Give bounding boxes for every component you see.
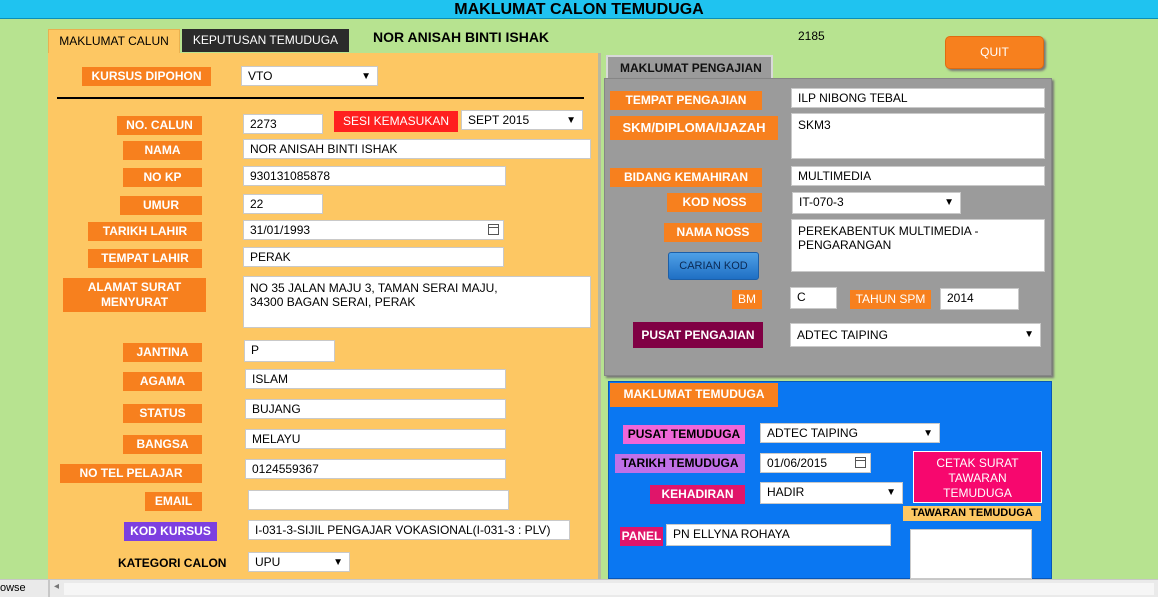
panel-label: PANEL bbox=[620, 527, 663, 546]
kehadiran-value: HADIR bbox=[767, 485, 805, 499]
horizontal-scrollbar[interactable] bbox=[64, 583, 1154, 595]
kategori-calon-select[interactable]: UPU ▼ bbox=[248, 552, 350, 572]
window-title: MAKLUMAT CALON TEMUDUGA bbox=[0, 0, 1158, 19]
tab-maklumat-pengajian[interactable]: MAKLUMAT PENGAJIAN bbox=[606, 55, 773, 78]
agama-label: AGAMA bbox=[123, 372, 202, 391]
tahun-spm-label: TAHUN SPM bbox=[850, 290, 931, 309]
tempat-pengajian-field[interactable]: ILP NIBONG TEBAL bbox=[791, 88, 1045, 108]
chevron-down-icon: ▼ bbox=[923, 428, 933, 439]
kod-noss-value: IT-070-3 bbox=[799, 195, 844, 209]
tarikh-lahir-label: TARIKH LAHIR bbox=[88, 222, 202, 241]
calendar-icon[interactable] bbox=[488, 224, 499, 235]
skm-diploma-ijazah-field[interactable]: SKM3 bbox=[791, 113, 1045, 159]
kod-noss-label: KOD NOSS bbox=[667, 193, 762, 212]
bangsa-label: BANGSA bbox=[123, 435, 202, 454]
record-id: 2185 bbox=[798, 29, 825, 43]
kursus-dipohon-value: VTO bbox=[248, 69, 273, 83]
tawaran-temuduga-label: TAWARAN TEMUDUGA bbox=[903, 506, 1041, 521]
tarikh-temuduga-label: TARIKH TEMUDUGA bbox=[615, 454, 745, 473]
kod-kursus-field[interactable]: I-031-3-SIJIL PENGAJAR VOKASIONAL(I-031-… bbox=[248, 520, 570, 540]
bidang-kemahiran-label: BIDANG KEMAHIRAN bbox=[610, 168, 762, 187]
bm-label: BM bbox=[732, 290, 762, 309]
jantina-label: JANTINA bbox=[123, 343, 202, 362]
tab-keputusan-temuduga[interactable]: KEPUTUSAN TEMUDUGA bbox=[182, 29, 349, 52]
scroll-left-icon[interactable]: ◂ bbox=[54, 581, 59, 592]
nama-noss-field[interactable]: PEREKABENTUK MULTIMEDIA - PENGARANGAN bbox=[791, 219, 1045, 272]
kod-noss-select[interactable]: IT-070-3 ▼ bbox=[792, 192, 961, 214]
kursus-dipohon-select[interactable]: VTO ▼ bbox=[241, 66, 378, 86]
tarikh-temuduga-value: 01/06/2015 bbox=[767, 456, 828, 470]
quit-button[interactable]: QUIT bbox=[945, 36, 1044, 69]
chevron-down-icon: ▼ bbox=[944, 197, 954, 208]
candidate-name-heading: NOR ANISAH BINTI ISHAK bbox=[373, 29, 550, 45]
nama-label: NAMA bbox=[123, 141, 202, 160]
bidang-kemahiran-field[interactable]: MULTIMEDIA bbox=[791, 166, 1045, 186]
pusat-temuduga-label: PUSAT TEMUDUGA bbox=[623, 425, 745, 444]
no-kp-field[interactable]: 930131085878 bbox=[243, 166, 506, 186]
tarikh-temuduga-field[interactable]: 01/06/2015 bbox=[760, 453, 871, 473]
tawaran-temuduga-field[interactable] bbox=[910, 529, 1032, 579]
alamat-field[interactable]: NO 35 JALAN MAJU 3, TAMAN SERAI MAJU, 34… bbox=[243, 276, 591, 328]
tab-maklumat-calun[interactable]: MAKLUMAT CALUN bbox=[48, 29, 180, 53]
kod-kursus-label: KOD KURSUS bbox=[124, 522, 217, 541]
skm-diploma-ijazah-label: SKM/DIPLOMA/IJAZAH bbox=[610, 116, 778, 140]
panel-field[interactable]: PN ELLYNA ROHAYA bbox=[666, 524, 891, 546]
bangsa-field[interactable]: MELAYU bbox=[245, 429, 506, 449]
nama-field[interactable]: NOR ANISAH BINTI ISHAK bbox=[243, 139, 591, 159]
pusat-temuduga-select[interactable]: ADTEC TAIPING ▼ bbox=[760, 423, 940, 443]
cetak-surat-button[interactable]: CETAK SURAT TAWARAN TEMUDUGA bbox=[913, 451, 1042, 503]
tempat-pengajian-label: TEMPAT PENGAJIAN bbox=[610, 91, 762, 110]
sesi-kemasukan-select[interactable]: SEPT 2015 ▼ bbox=[461, 110, 583, 130]
carian-kod-button[interactable]: CARIAN KOD bbox=[668, 252, 759, 280]
sesi-kemasukan-value: SEPT 2015 bbox=[468, 113, 530, 127]
chevron-down-icon: ▼ bbox=[333, 557, 343, 568]
no-tel-label: NO TEL PELAJAR bbox=[60, 464, 202, 483]
pusat-pengajian-select[interactable]: ADTEC TAIPING ▼ bbox=[790, 323, 1041, 347]
divider bbox=[57, 97, 584, 99]
status-field[interactable]: BUJANG bbox=[245, 399, 506, 419]
chevron-down-icon: ▼ bbox=[566, 115, 576, 126]
nama-noss-label: NAMA NOSS bbox=[664, 223, 762, 242]
email-field[interactable] bbox=[248, 490, 509, 510]
umur-label: UMUR bbox=[120, 196, 202, 215]
tempat-lahir-label: TEMPAT LAHIR bbox=[88, 249, 202, 268]
kategori-calon-label: KATEGORI CALON bbox=[118, 556, 227, 570]
no-tel-field[interactable]: 0124559367 bbox=[245, 459, 506, 479]
kursus-dipohon-label: KURSUS DIPOHON bbox=[82, 67, 211, 86]
calendar-icon[interactable] bbox=[855, 457, 866, 468]
alamat-label: ALAMAT SURAT MENYURAT bbox=[63, 278, 206, 312]
tarikh-lahir-field[interactable]: 31/01/1993 bbox=[243, 220, 504, 240]
divider bbox=[48, 580, 50, 597]
tab-maklumat-temuduga[interactable]: MAKLUMAT TEMUDUGA bbox=[610, 383, 778, 407]
pusat-temuduga-value: ADTEC TAIPING bbox=[767, 426, 858, 440]
tarikh-lahir-value: 31/01/1993 bbox=[250, 223, 311, 237]
agama-field[interactable]: ISLAM bbox=[245, 369, 506, 389]
umur-field[interactable]: 22 bbox=[243, 194, 323, 214]
no-kp-label: NO KP bbox=[123, 168, 202, 187]
no-calun-label: NO. CALUN bbox=[117, 116, 202, 135]
kehadiran-label: KEHADIRAN bbox=[650, 485, 745, 504]
pusat-pengajian-label: PUSAT PENGAJIAN bbox=[633, 322, 763, 348]
tahun-spm-field[interactable]: 2014 bbox=[940, 288, 1019, 310]
status-label: STATUS bbox=[123, 404, 202, 423]
jantina-field[interactable]: P bbox=[244, 340, 335, 362]
tempat-lahir-field[interactable]: PERAK bbox=[243, 247, 504, 267]
chevron-down-icon: ▼ bbox=[361, 71, 371, 82]
kehadiran-select[interactable]: HADIR ▼ bbox=[760, 482, 903, 504]
email-label: EMAIL bbox=[145, 492, 202, 511]
bm-field[interactable]: C bbox=[790, 287, 837, 309]
no-calun-field[interactable]: 2273 bbox=[243, 114, 323, 134]
chevron-down-icon: ▼ bbox=[886, 487, 896, 498]
status-text: owse bbox=[0, 582, 26, 594]
chevron-down-icon: ▼ bbox=[1024, 329, 1034, 340]
kategori-calon-value: UPU bbox=[255, 555, 281, 569]
status-bar: owse ◂ bbox=[0, 579, 1158, 597]
pusat-pengajian-value: ADTEC TAIPING bbox=[797, 328, 888, 342]
sesi-kemasukan-label: SESI KEMASUKAN bbox=[334, 111, 458, 132]
